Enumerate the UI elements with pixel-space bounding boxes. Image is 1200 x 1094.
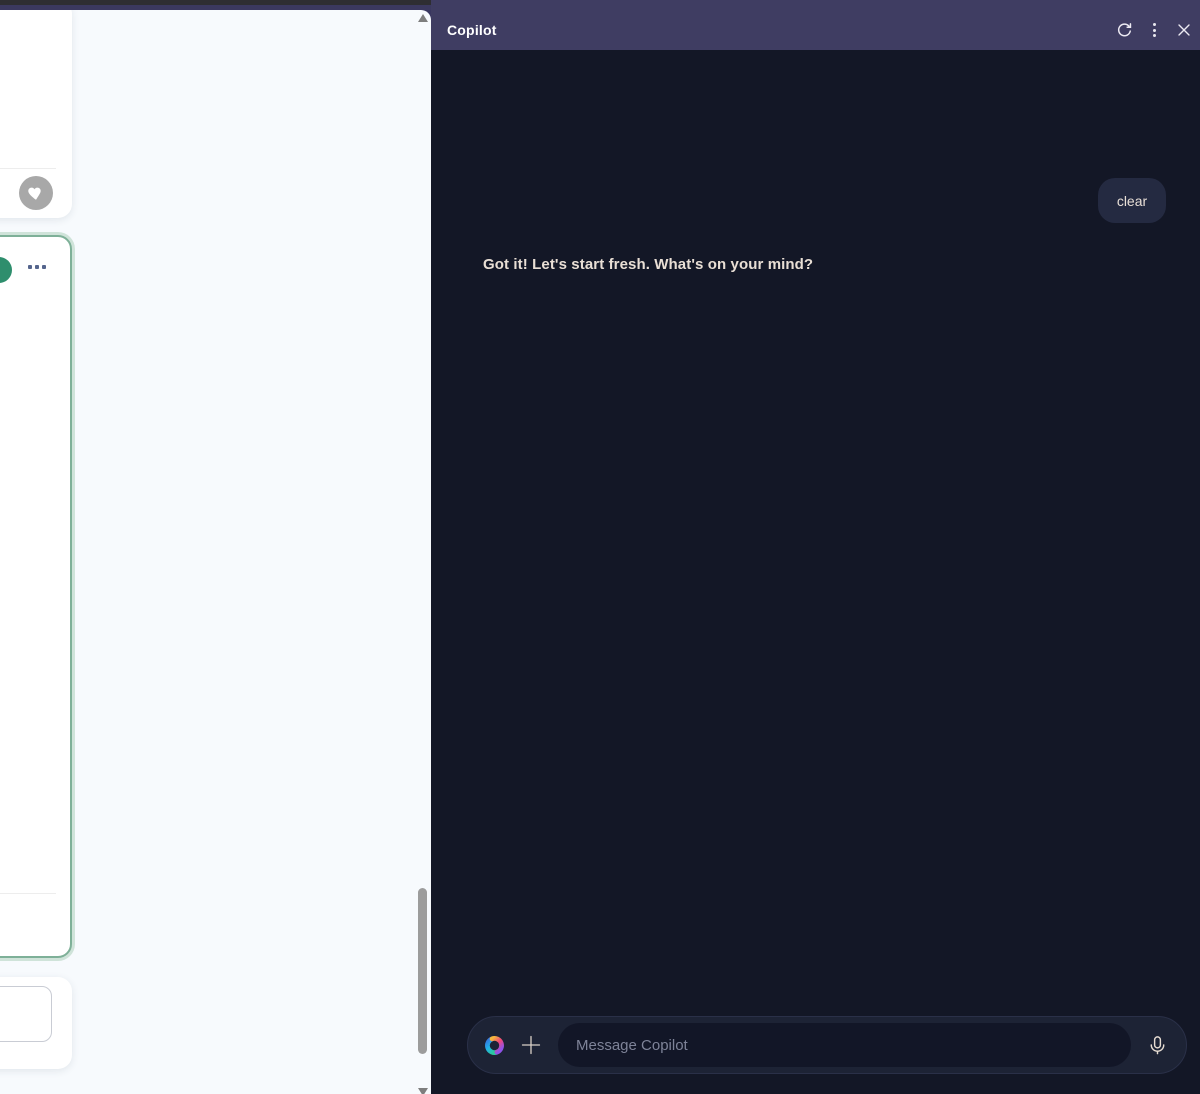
card-divider — [0, 893, 56, 894]
web-page-content — [0, 10, 431, 1094]
scroll-up-arrow-icon[interactable] — [418, 14, 428, 22]
input-box-outline[interactable] — [0, 986, 52, 1042]
copilot-panel: Copilot clear Got it! Let's start fresh.… — [431, 0, 1200, 1094]
add-attachment-button[interactable] — [518, 1032, 544, 1058]
favorite-button[interactable] — [19, 176, 53, 210]
close-icon — [1178, 24, 1190, 36]
plus-icon — [521, 1035, 541, 1055]
close-panel-button[interactable] — [1172, 18, 1196, 42]
refresh-icon — [1117, 22, 1131, 36]
microphone-icon — [1150, 1035, 1164, 1054]
copilot-logo — [482, 1033, 506, 1057]
more-menu-button[interactable] — [1142, 18, 1166, 42]
message-composer — [467, 1016, 1187, 1074]
refresh-button[interactable] — [1112, 18, 1136, 42]
copilot-header: Copilot — [431, 0, 1200, 50]
scroll-down-arrow-icon[interactable] — [418, 1088, 428, 1094]
ellipsis-icon — [28, 265, 32, 269]
more-options-button[interactable] — [28, 265, 46, 269]
assistant-message: Got it! Let's start fresh. What's on you… — [483, 256, 814, 273]
panel-title: Copilot — [447, 22, 497, 38]
card-divider — [0, 168, 56, 169]
user-message-bubble: clear — [1098, 178, 1166, 223]
heart-icon — [28, 187, 41, 200]
kebab-menu-icon — [1152, 23, 1156, 37]
microphone-button[interactable] — [1143, 1031, 1171, 1059]
selected-content-card[interactable] — [0, 235, 72, 958]
message-input[interactable] — [558, 1023, 1131, 1067]
scrollbar-thumb[interactable] — [418, 888, 427, 1054]
